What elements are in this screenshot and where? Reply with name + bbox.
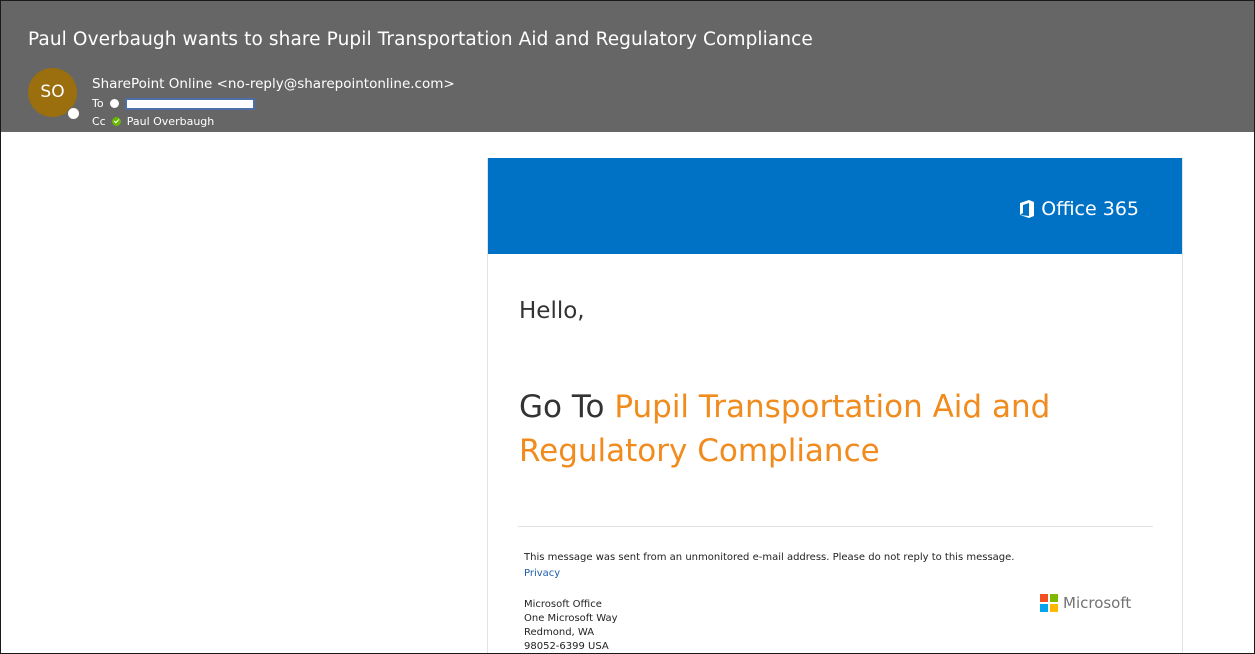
- cc-recipient[interactable]: Paul Overbaugh: [127, 115, 215, 128]
- presence-icon: [67, 107, 80, 120]
- office-logo-icon: [1020, 200, 1035, 218]
- email-header: Paul Overbaugh wants to share Pupil Tran…: [1, 1, 1254, 132]
- cc-row: Cc Paul Overbaugh: [92, 115, 214, 128]
- email-window: Paul Overbaugh wants to share Pupil Tran…: [0, 0, 1255, 654]
- address-line: One Microsoft Way: [524, 613, 618, 624]
- email-subject: Paul Overbaugh wants to share Pupil Tran…: [28, 29, 813, 50]
- microsoft-brand-text: Microsoft: [1063, 594, 1132, 612]
- goto-prefix: Go To: [519, 389, 605, 425]
- microsoft-brand: Microsoft: [1040, 594, 1131, 612]
- greeting: Hello,: [519, 298, 585, 324]
- address-line: Microsoft Office: [524, 599, 602, 610]
- microsoft-logo-icon: [1040, 594, 1058, 612]
- goto-heading: Go To Pupil Transportation Aid and Regul…: [519, 385, 1139, 473]
- address-line: 98052-6399 USA: [524, 641, 609, 652]
- office-banner: Office 365: [488, 158, 1182, 254]
- office-brand-text: Office 365: [1041, 198, 1139, 220]
- to-label: To: [92, 97, 104, 110]
- company-address: Microsoft Office One Microsoft Way Redmo…: [524, 598, 618, 653]
- office-365-brand: Office 365: [1019, 198, 1139, 220]
- presence-icon: [109, 99, 119, 108]
- address-line: Redmond, WA: [524, 627, 595, 638]
- to-row: To: [92, 97, 255, 110]
- privacy-link[interactable]: Privacy: [524, 568, 560, 579]
- sender-address[interactable]: SharePoint Online <no-reply@sharepointon…: [92, 76, 455, 92]
- message-card: Office 365 Hello, Go To Pupil Transporta…: [487, 158, 1183, 653]
- unmonitored-notice: This message was sent from an unmonitore…: [524, 552, 1015, 563]
- cc-label: Cc: [92, 115, 106, 128]
- verified-icon: [111, 117, 121, 126]
- divider: [518, 526, 1153, 527]
- redacted-recipient[interactable]: [124, 97, 255, 110]
